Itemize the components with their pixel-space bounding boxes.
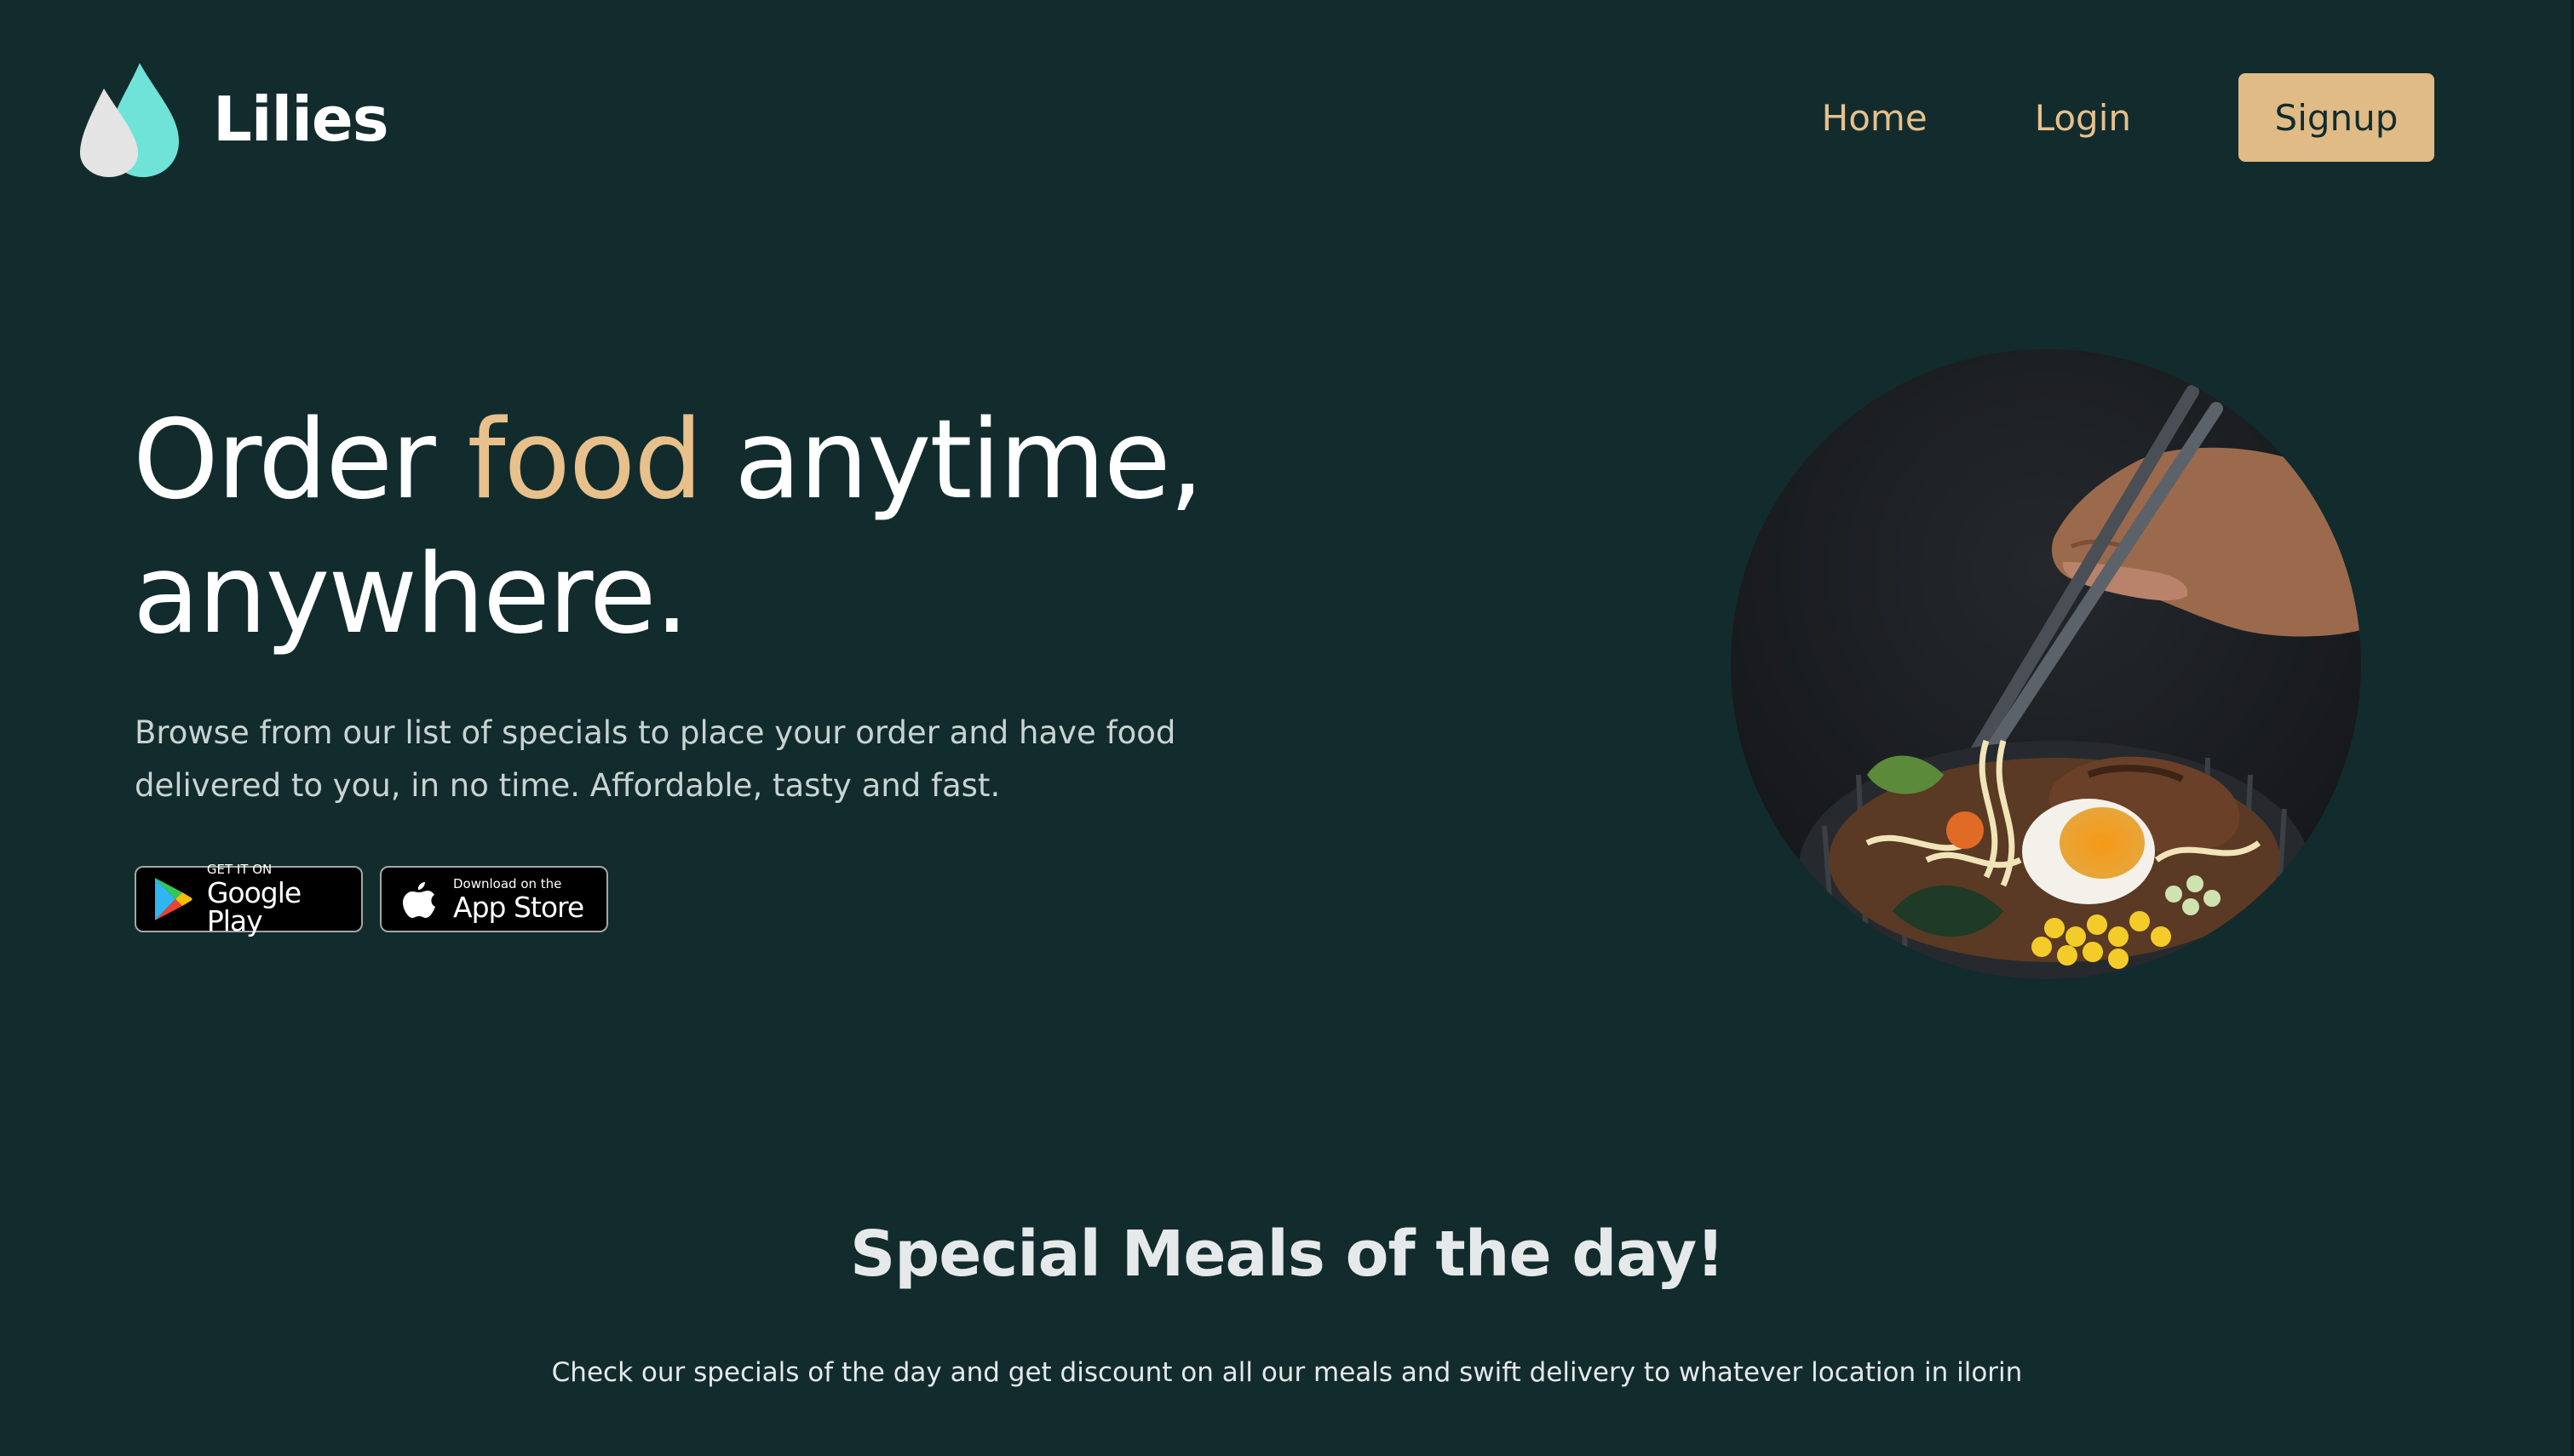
- hero-title-line2: anywhere.: [133, 531, 689, 658]
- ramen-bowl-image: [1731, 349, 2361, 979]
- app-store-small-text: Download on the: [453, 875, 562, 891]
- specials-subtitle: Check our specials of the day and get di…: [551, 1357, 2023, 1388]
- google-play-big-text: Google Play: [206, 876, 302, 937]
- nav-home-link[interactable]: Home: [1822, 97, 1928, 139]
- hero-title-part2: anytime,: [701, 397, 1204, 524]
- hero-title-accent: food: [467, 397, 703, 524]
- app-store-big-text: App Store: [453, 890, 584, 924]
- signup-button[interactable]: Signup: [2238, 73, 2434, 162]
- hero-title: Order food anytime, anywhere.: [133, 393, 1204, 662]
- google-play-button[interactable]: GET IT ON Google Play: [135, 862, 363, 937]
- hero-title-part1: Order: [133, 397, 468, 524]
- google-play-small-text: GET IT ON: [206, 862, 273, 877]
- water-drop-icon: [78, 60, 181, 179]
- brand[interactable]: Lilies: [78, 60, 389, 179]
- main-nav: Home Login Signup: [1822, 73, 2434, 162]
- landing-page: Lilies Home Login Signup Order food anyt…: [0, 0, 2574, 1456]
- apple-icon: [394, 874, 445, 925]
- app-store-button[interactable]: Download on the App Store: [380, 866, 608, 932]
- hero-subtitle: Browse from our list of specials to plac…: [135, 707, 1242, 812]
- store-badges: GET IT ON Google Play Download on the Ap…: [135, 862, 625, 937]
- brand-name: Lilies: [213, 83, 389, 155]
- nav-login-link[interactable]: Login: [2035, 97, 2131, 139]
- hero-subtitle-line1: Browse from our list of specials to plac…: [135, 714, 1176, 751]
- hero-subtitle-line2: delivered to you, in no time. Affordable…: [135, 767, 1001, 804]
- window-edge: [2571, 0, 2574, 1456]
- google-play-icon: [148, 874, 198, 925]
- specials-title: Special Meals of the day!: [849, 1218, 1725, 1291]
